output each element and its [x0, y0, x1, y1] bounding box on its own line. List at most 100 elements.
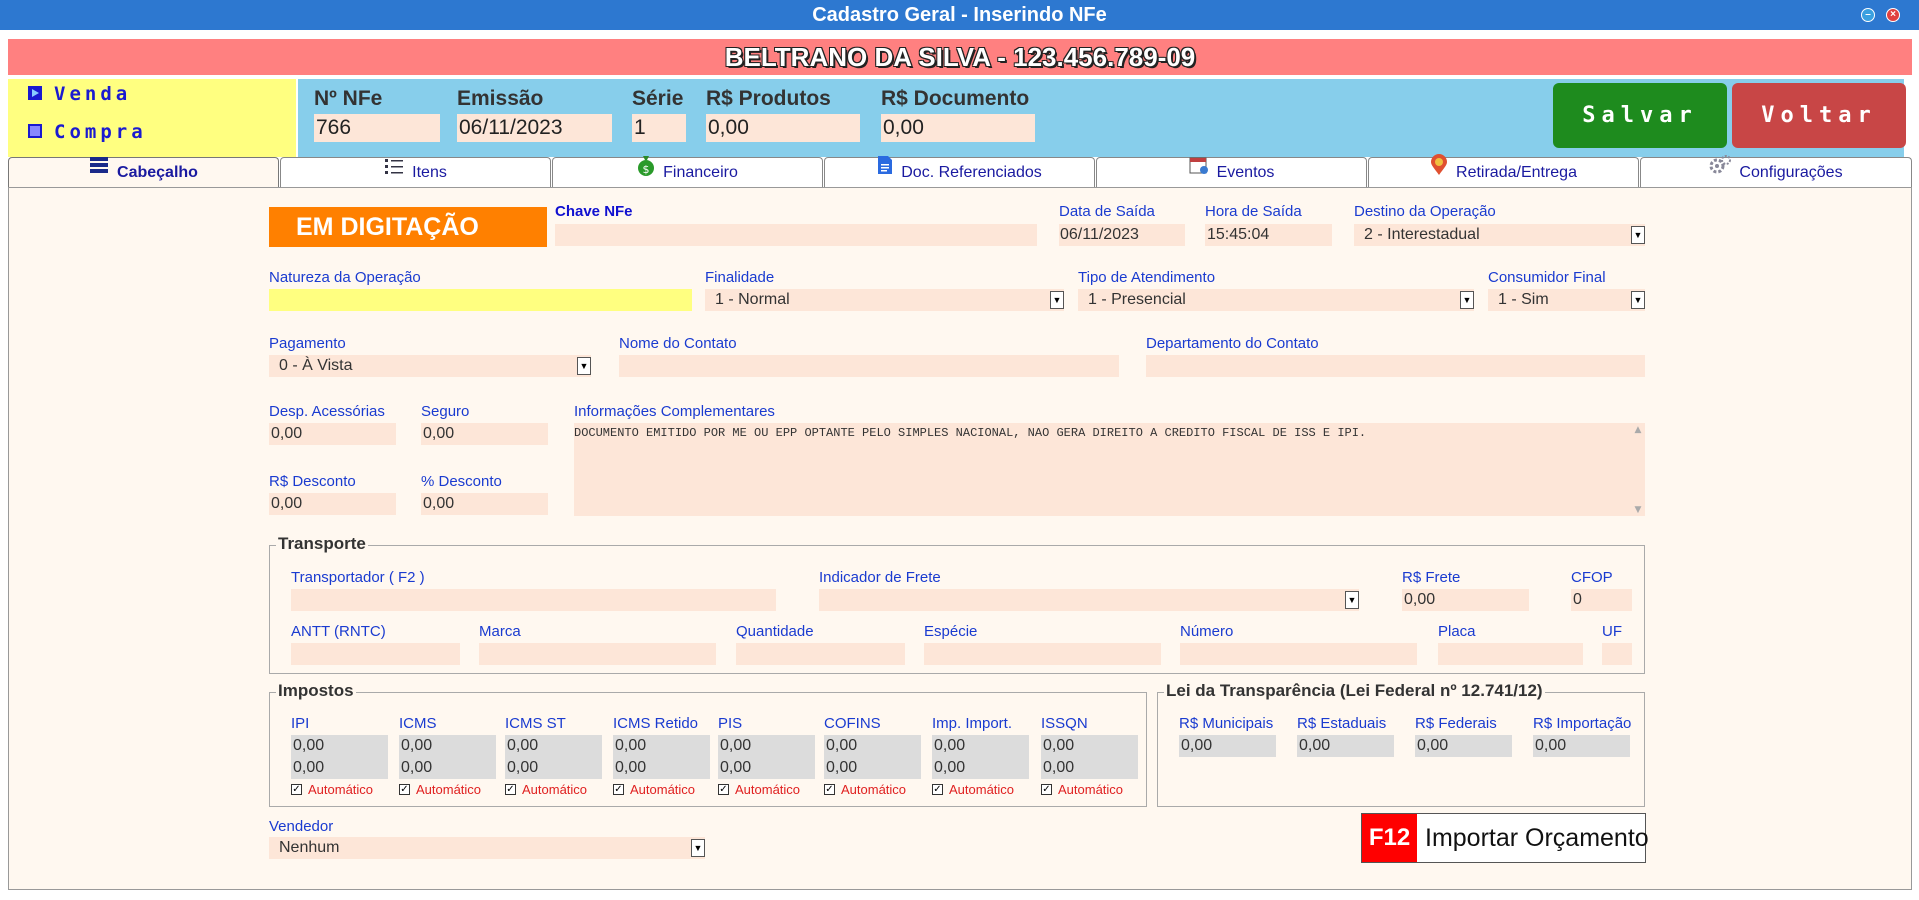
antt-field[interactable] — [291, 643, 460, 665]
quantidade-field[interactable] — [736, 643, 905, 665]
radio-venda[interactable]: Venda — [28, 83, 131, 105]
automatico-checkbox[interactable]: ✓ Automático — [291, 782, 373, 797]
minimize-icon[interactable]: – — [1861, 8, 1875, 22]
documento-total-label: R$ Documento — [881, 87, 1030, 110]
imposto-base-field[interactable]: 0,00 — [932, 735, 1029, 757]
location-pin-icon — [1430, 154, 1448, 187]
tab-configuracoes[interactable]: Configurações — [1640, 155, 1912, 187]
window-title: Cadastro Geral - Inserindo NFe — [812, 4, 1107, 26]
f12-key-badge: F12 — [1362, 814, 1417, 862]
imposto-valor-field[interactable]: 0,00 — [505, 757, 602, 779]
placa-field[interactable] — [1438, 643, 1583, 665]
save-button[interactable]: Salvar — [1553, 83, 1727, 148]
tab-cabecalho[interactable]: Cabeçalho — [8, 157, 279, 189]
imposto-valor-field[interactable]: 0,00 — [291, 757, 388, 779]
transportador-field[interactable] — [291, 589, 776, 611]
imposto-label: ICMS Retido — [613, 715, 699, 732]
chevron-down-icon[interactable]: ▼ — [691, 839, 705, 857]
placa-label: Placa — [1438, 623, 1476, 640]
back-button[interactable]: Voltar — [1732, 83, 1906, 148]
serie-field[interactable]: 1 — [632, 114, 686, 142]
imposto-base-field[interactable]: 0,00 — [291, 735, 388, 757]
chevron-down-icon[interactable]: ▼ — [1631, 226, 1645, 244]
tipo-atendimento-value: 1 - Presencial — [1088, 291, 1186, 308]
tab-eventos[interactable]: Eventos — [1096, 157, 1367, 187]
tab-financeiro[interactable]: $ Financeiro — [552, 156, 823, 187]
tab-retirada-entrega-label: Retirada/Entrega — [1456, 164, 1577, 181]
chevron-down-icon[interactable]: ▼ — [577, 357, 591, 375]
radio-compra[interactable]: Compra — [28, 121, 147, 143]
tab-retirada-entrega[interactable]: Retirada/Entrega — [1368, 154, 1639, 187]
automatico-checkbox[interactable]: ✓ Automático — [613, 782, 695, 797]
chevron-down-icon[interactable]: ▼ — [1345, 591, 1359, 609]
pagamento-select[interactable]: 0 - À Vista ▼ — [269, 355, 591, 377]
list-icon — [89, 155, 109, 186]
emissao-field[interactable]: 06/11/2023 — [457, 114, 612, 142]
frete-field[interactable]: 0,00 — [1402, 589, 1529, 611]
imposto-base-field[interactable]: 0,00 — [399, 735, 496, 757]
nfe-number-field[interactable]: 766 — [314, 114, 440, 142]
despesas-acessorias-label: Desp. Acessórias — [269, 403, 385, 420]
imposto-valor-field[interactable]: 0,00 — [1041, 757, 1138, 779]
imposto-base-field[interactable]: 0,00 — [1041, 735, 1138, 757]
destino-operacao-select[interactable]: 2 - Interestadual ▼ — [1354, 224, 1645, 246]
numero-field[interactable] — [1180, 643, 1417, 665]
tab-doc-referenciados[interactable]: Doc. Referenciados — [824, 155, 1095, 187]
imposto-valor-field[interactable]: 0,00 — [399, 757, 496, 779]
especie-field[interactable] — [924, 643, 1161, 665]
info-complementares-textarea[interactable]: DOCUMENTO EMITIDO POR ME OU EPP OPTANTE … — [574, 423, 1645, 516]
cfop-field[interactable]: 0 — [1571, 589, 1632, 611]
marca-field[interactable] — [479, 643, 716, 665]
imposto-valor-field[interactable]: 0,00 — [932, 757, 1029, 779]
pagamento-label: Pagamento — [269, 335, 346, 352]
transparencia-field: 0,00 — [1179, 735, 1276, 757]
indicador-frete-select[interactable]: ▼ — [819, 589, 1359, 611]
imposto-valor-field[interactable]: 0,00 — [824, 757, 921, 779]
imposto-valor-field[interactable]: 0,00 — [613, 757, 710, 779]
hora-saida-field[interactable]: 15:45:04 — [1205, 224, 1332, 246]
close-icon[interactable]: × — [1886, 8, 1900, 22]
nome-contato-field[interactable] — [619, 355, 1119, 377]
automatico-checkbox[interactable]: ✓ Automático — [1041, 782, 1123, 797]
automatico-checkbox[interactable]: ✓ Automático — [932, 782, 1014, 797]
importar-orcamento-button[interactable]: F12 Importar Orçamento — [1361, 813, 1649, 863]
operation-type-box: Venda Compra — [8, 79, 296, 157]
vendedor-select[interactable]: Nenhum ▼ — [269, 837, 705, 859]
radio-venda-label: Venda — [54, 83, 132, 105]
imposto-base-field[interactable]: 0,00 — [718, 735, 815, 757]
seguro-field[interactable]: 0,00 — [421, 423, 548, 445]
chevron-down-icon[interactable]: ▼ — [1050, 291, 1064, 309]
automatico-label: Automático — [522, 782, 588, 797]
uf-field[interactable] — [1602, 643, 1632, 665]
automatico-checkbox[interactable]: ✓ Automático — [399, 782, 481, 797]
departamento-contato-field[interactable] — [1146, 355, 1645, 377]
consumidor-final-label: Consumidor Final — [1488, 269, 1606, 286]
percentual-desconto-field[interactable]: 0,00 — [421, 493, 548, 515]
gears-icon — [1709, 155, 1732, 186]
tipo-atendimento-select[interactable]: 1 - Presencial ▼ — [1078, 289, 1474, 311]
finalidade-select[interactable]: 1 - Normal ▼ — [705, 289, 1064, 311]
imposto-base-field[interactable]: 0,00 — [505, 735, 602, 757]
produtos-total-label: R$ Produtos — [706, 87, 831, 110]
despesas-acessorias-field[interactable]: 0,00 — [269, 423, 396, 445]
chevron-down-icon[interactable]: ▼ — [1631, 291, 1645, 309]
automatico-checkbox[interactable]: ✓ Automático — [505, 782, 587, 797]
consumidor-final-select[interactable]: 1 - Sim ▼ — [1488, 289, 1645, 311]
data-saida-field[interactable]: 06/11/2023 — [1059, 224, 1185, 246]
tab-configuracoes-label: Configurações — [1739, 164, 1843, 181]
automatico-checkbox[interactable]: ✓ Automático — [718, 782, 800, 797]
chevron-down-icon[interactable]: ▼ — [1460, 291, 1474, 309]
document-icon — [877, 155, 893, 186]
automatico-checkbox[interactable]: ✓ Automático — [824, 782, 906, 797]
textarea-scrollbar[interactable]: ▲ ▼ — [1632, 425, 1644, 515]
chave-nfe-field[interactable] — [555, 224, 1037, 246]
natureza-operacao-field[interactable] — [269, 289, 692, 311]
imposto-base-field[interactable]: 0,00 — [824, 735, 921, 757]
checkbox-checked-icon: ✓ — [1041, 784, 1052, 796]
imposto-base-field[interactable]: 0,00 — [613, 735, 710, 757]
imposto-valor-field[interactable]: 0,00 — [718, 757, 815, 779]
antt-label: ANTT (RNTC) — [291, 623, 386, 640]
destino-operacao-value: 2 - Interestadual — [1364, 226, 1480, 243]
tab-itens[interactable]: Itens — [280, 157, 551, 187]
desconto-field[interactable]: 0,00 — [269, 493, 396, 515]
